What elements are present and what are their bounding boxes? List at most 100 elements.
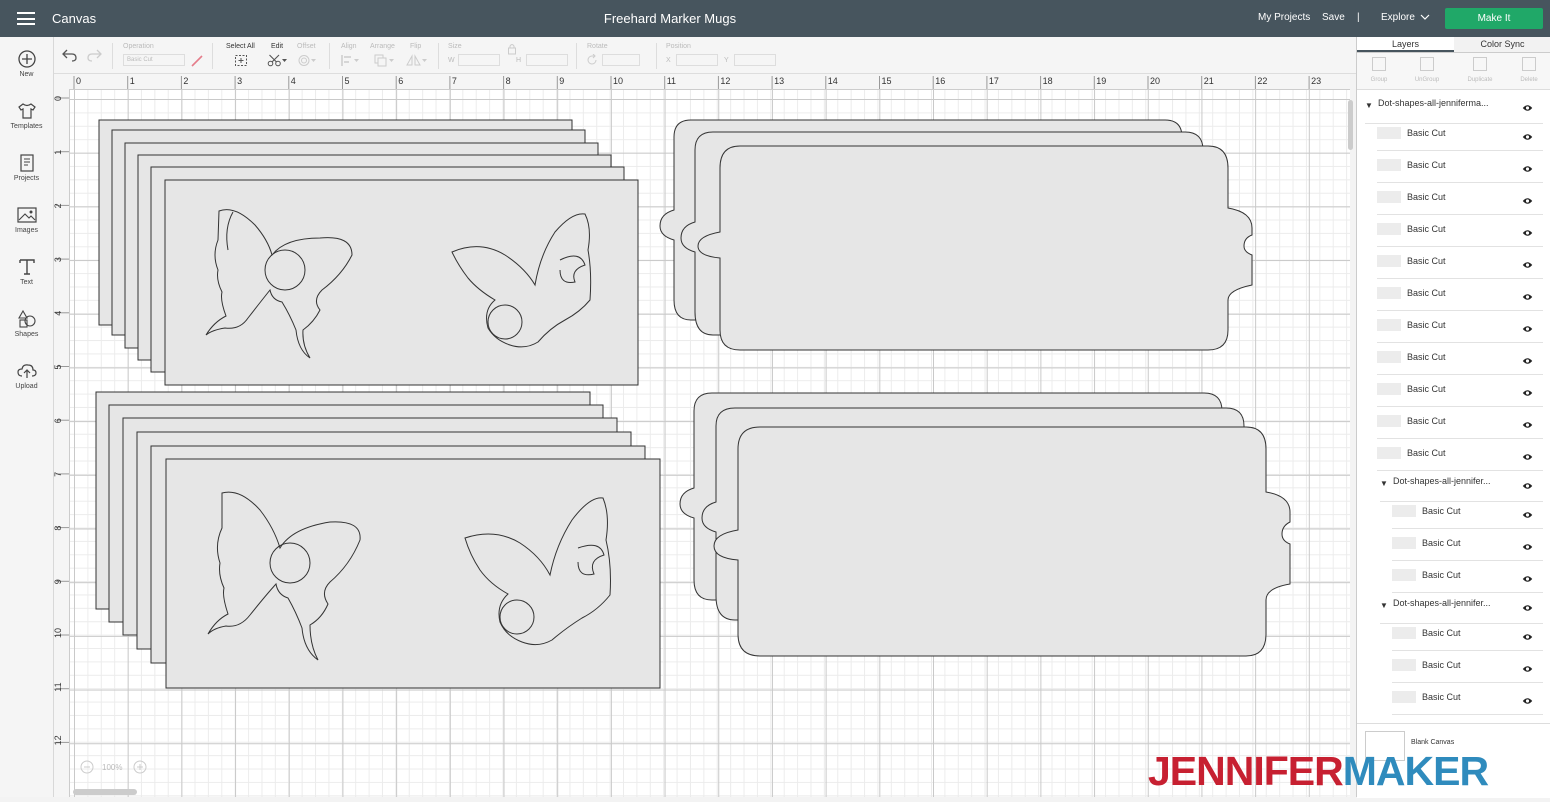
sidebar-item-upload[interactable]: Upload xyxy=(0,354,53,402)
layer-item[interactable]: Basic Cut xyxy=(1377,119,1543,151)
group-button[interactable]: Group xyxy=(1359,57,1399,83)
ruler-top-label: 16 xyxy=(935,76,945,86)
eye-icon[interactable] xyxy=(1522,506,1533,524)
my-projects-link[interactable]: My Projects xyxy=(1258,12,1310,23)
layer-item[interactable]: Basic Cut xyxy=(1377,375,1543,407)
eye-icon[interactable] xyxy=(1522,128,1533,146)
sidebar-item-shapes[interactable]: Shapes xyxy=(0,302,53,350)
layer-item[interactable]: Basic Cut xyxy=(1392,529,1543,561)
ruler-left-label: 5 xyxy=(54,364,63,369)
select-all-icon[interactable] xyxy=(234,54,248,67)
eye-icon[interactable] xyxy=(1522,416,1533,434)
eye-icon[interactable] xyxy=(1522,599,1533,617)
sidebar-item-templates[interactable]: Templates xyxy=(0,94,53,142)
mug-wrap-stack-top[interactable] xyxy=(98,119,639,386)
eye-icon[interactable] xyxy=(1522,628,1533,646)
zoom-in-icon[interactable] xyxy=(133,760,147,774)
tag-label-stack-bottom[interactable] xyxy=(679,392,1291,657)
eye-icon[interactable] xyxy=(1522,320,1533,338)
layer-item[interactable]: Basic Cut xyxy=(1377,439,1543,471)
flip-icon[interactable] xyxy=(406,54,428,67)
mug-wrap-stack-bottom[interactable] xyxy=(95,391,661,689)
ungroup-button[interactable]: UnGroup xyxy=(1407,57,1447,83)
delete-button[interactable]: Delete xyxy=(1509,57,1549,83)
ruler-top-label: 4 xyxy=(291,76,296,86)
caret-down-icon[interactable]: ▼ xyxy=(1380,601,1388,610)
tab-color-sync[interactable]: Color Sync xyxy=(1454,37,1550,52)
layer-name: Basic Cut xyxy=(1407,192,1446,202)
make-it-button[interactable]: Make It xyxy=(1445,8,1543,29)
eye-icon[interactable] xyxy=(1522,448,1533,466)
eye-icon[interactable] xyxy=(1522,288,1533,306)
position-x-input[interactable] xyxy=(676,54,718,66)
eye-icon[interactable] xyxy=(1522,660,1533,678)
layer-item[interactable]: Basic Cut xyxy=(1377,311,1543,343)
pen-color-icon[interactable] xyxy=(190,54,204,67)
layer-item[interactable]: Basic Cut xyxy=(1377,407,1543,439)
ruler-top-label: 1 xyxy=(130,76,135,86)
rotate-icon[interactable] xyxy=(586,54,598,66)
sidebar-item-text[interactable]: Text xyxy=(0,250,53,298)
caret-down-icon[interactable]: ▼ xyxy=(1380,479,1388,488)
eye-icon[interactable] xyxy=(1522,256,1533,274)
eye-icon[interactable] xyxy=(1522,99,1533,117)
eye-icon[interactable] xyxy=(1522,352,1533,370)
lock-icon[interactable] xyxy=(507,43,517,55)
chevron-down-icon[interactable] xyxy=(1420,10,1430,24)
layer-item[interactable]: Basic Cut xyxy=(1377,247,1543,279)
eye-icon[interactable] xyxy=(1522,570,1533,588)
operation-select[interactable]: Basic Cut xyxy=(123,54,185,66)
eye-icon[interactable] xyxy=(1522,160,1533,178)
align-icon[interactable] xyxy=(341,54,361,67)
sidebar-item-projects[interactable]: Projects xyxy=(0,146,53,194)
eye-icon[interactable] xyxy=(1522,224,1533,242)
design-canvas[interactable] xyxy=(70,90,1350,797)
horizontal-scrollbar[interactable] xyxy=(73,789,137,795)
layer-item[interactable]: Basic Cut xyxy=(1377,183,1543,215)
arrange-icon[interactable] xyxy=(374,54,396,67)
size-height-input[interactable] xyxy=(526,54,568,66)
layer-item[interactable]: Basic Cut xyxy=(1377,215,1543,247)
vertical-scrollbar[interactable] xyxy=(1348,100,1353,150)
layer-item[interactable]: Basic Cut xyxy=(1392,683,1543,715)
caret-down-icon[interactable]: ▼ xyxy=(1365,101,1373,110)
explore-menu[interactable]: Explore xyxy=(1381,12,1415,23)
eye-icon[interactable] xyxy=(1522,384,1533,402)
tag-label-stack-top[interactable] xyxy=(659,119,1253,351)
layer-item[interactable]: Basic Cut xyxy=(1392,651,1543,683)
tab-layers[interactable]: Layers xyxy=(1357,37,1454,52)
layer-name: Basic Cut xyxy=(1407,288,1446,298)
layer-name: Basic Cut xyxy=(1407,320,1446,330)
save-link[interactable]: Save xyxy=(1322,12,1345,23)
position-y-input[interactable] xyxy=(734,54,776,66)
ruler-top-label: 10 xyxy=(613,76,623,86)
sidebar-item-images[interactable]: Images xyxy=(0,198,53,246)
layer-item[interactable]: Basic Cut xyxy=(1392,561,1543,593)
duplicate-icon xyxy=(1473,57,1487,71)
ruler-top-label: 0 xyxy=(76,76,81,86)
edit-toolbar: Operation Basic Cut Select All Edit Offs… xyxy=(54,37,1356,74)
undo-icon[interactable] xyxy=(62,48,78,62)
layer-item[interactable]: Basic Cut xyxy=(1392,619,1543,651)
layer-item[interactable]: Basic Cut xyxy=(1377,343,1543,375)
size-width-input[interactable] xyxy=(458,54,500,66)
duplicate-button[interactable]: Duplicate xyxy=(1460,57,1500,83)
eye-icon[interactable] xyxy=(1522,477,1533,495)
layer-item[interactable]: Basic Cut xyxy=(1377,279,1543,311)
eye-icon[interactable] xyxy=(1522,192,1533,210)
offset-icon[interactable] xyxy=(298,54,318,67)
layer-name: Basic Cut xyxy=(1422,628,1461,638)
layer-item[interactable]: Basic Cut xyxy=(1392,497,1543,529)
scissors-icon[interactable] xyxy=(267,54,289,67)
rotate-input[interactable] xyxy=(602,54,640,66)
ruler-top-label: 19 xyxy=(1096,76,1106,86)
eye-icon[interactable] xyxy=(1522,692,1533,710)
sidebar-item-new[interactable]: New xyxy=(0,42,53,90)
redo-icon[interactable] xyxy=(86,48,102,62)
size-w-label: W xyxy=(448,57,455,64)
eye-icon[interactable] xyxy=(1522,538,1533,556)
zoom-out-icon[interactable] xyxy=(80,760,94,774)
select-all-label: Select All xyxy=(226,43,255,50)
layer-item[interactable]: Basic Cut xyxy=(1377,151,1543,183)
layer-group-name: Dot-shapes-all-jenniferma... xyxy=(1378,98,1489,108)
